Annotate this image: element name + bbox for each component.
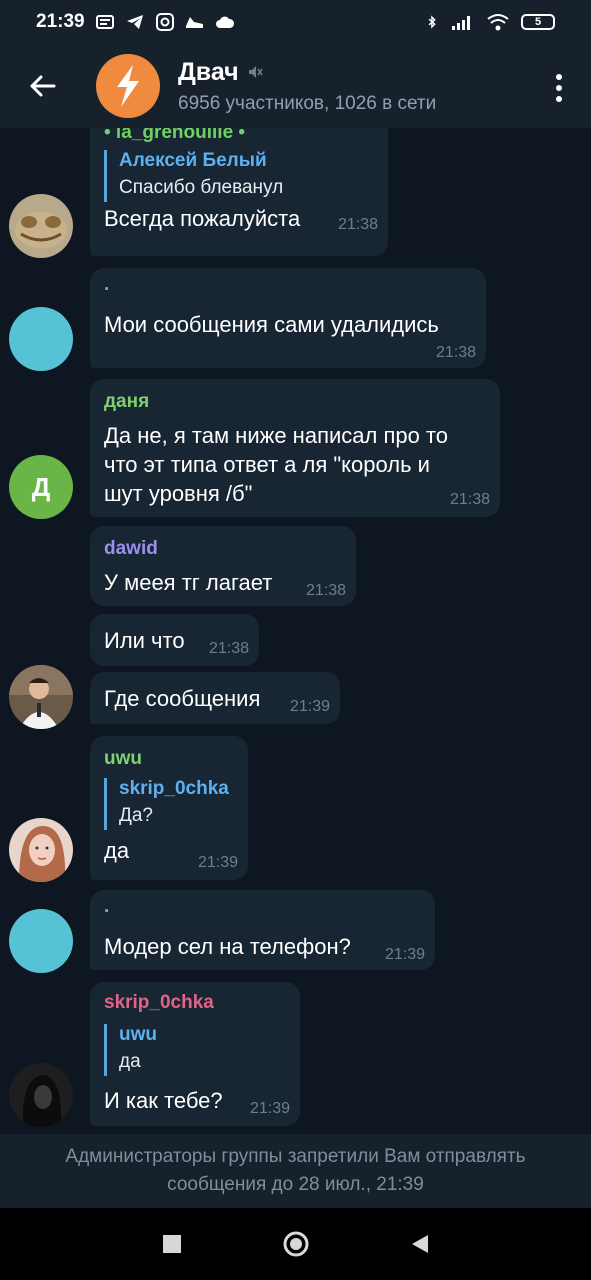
chat-title-row: Двач xyxy=(178,58,436,87)
message-text: Где сообщения xyxy=(104,686,261,711)
message-bubble[interactable]: Где сообщения 21:39 xyxy=(90,672,340,724)
home-circle-icon[interactable] xyxy=(282,1230,310,1258)
cloud-icon xyxy=(215,16,234,28)
reply-quote[interactable]: Алексей Белый Спасибо блеванул xyxy=(104,150,283,202)
chat-header: Двач 6956 участников, 1026 в сети xyxy=(0,44,591,128)
user-avatar[interactable] xyxy=(9,307,73,371)
wifi-icon xyxy=(487,14,509,31)
message-text-line: шут уровня /б" xyxy=(104,481,253,506)
message-text: И как тебе? xyxy=(104,1088,223,1113)
reply-sender: Алексей Белый xyxy=(119,150,267,171)
restriction-notice: Администраторы группы запретили Вам отпр… xyxy=(0,1134,591,1208)
shoe-icon xyxy=(185,17,203,28)
system-nav-bar xyxy=(0,1208,591,1280)
message-time: 21:39 xyxy=(197,854,238,871)
lightning-icon xyxy=(117,65,139,107)
message-time: 21:38 xyxy=(337,216,378,233)
message-bubble[interactable]: • la_grenouille • Алексей Белый Спасибо … xyxy=(90,128,388,256)
message-sender: uwu xyxy=(104,748,142,769)
group-avatar[interactable] xyxy=(96,54,160,118)
chat-subtitle: 6956 участников, 1026 в сети xyxy=(178,92,437,114)
muted-icon xyxy=(248,66,263,78)
frog-avatar-icon xyxy=(9,194,73,258)
telegram-icon xyxy=(126,15,143,29)
message-bubble[interactable]: . Мои сообщения сами удалидись 21:38 xyxy=(90,268,486,368)
message-time: 21:38 xyxy=(208,640,249,657)
arrow-back-icon xyxy=(30,75,56,97)
user-avatar[interactable] xyxy=(9,909,73,973)
avatar-letter: Д xyxy=(31,471,51,502)
reply-sender: skrip_0chka xyxy=(119,778,229,799)
instagram-icon xyxy=(155,13,174,31)
status-bar: 21:39 5 xyxy=(0,0,591,44)
chat-title-area[interactable]: Двач 6956 участников, 1026 в сети xyxy=(178,58,436,115)
restriction-notice-line: Администраторы группы запретили Вам отпр… xyxy=(65,1146,526,1167)
message-sender: даня xyxy=(104,391,150,412)
message-text: Модер сел на телефон? xyxy=(104,934,351,959)
reply-text: да xyxy=(119,1051,141,1072)
message-bubble[interactable]: uwu skrip_0chka Да? да 21:39 xyxy=(90,736,248,880)
user-avatar[interactable]: Д xyxy=(9,455,73,519)
message-time: 21:38 xyxy=(435,344,476,361)
message-bubble[interactable]: skrip_0chka uwu да И как тебе? 21:39 xyxy=(90,982,300,1126)
message-notification-icon xyxy=(95,15,114,29)
dark-photo-avatar-icon xyxy=(9,1063,73,1127)
battery-level: 5 xyxy=(534,16,542,28)
message-text: да xyxy=(104,838,130,863)
signal-icon xyxy=(452,16,470,30)
chat-title: Двач xyxy=(178,57,239,86)
message-bubble[interactable]: dawid У меея тг лагает 21:38 xyxy=(90,526,356,606)
message-text-line: что эт типа ответ а ля "король и xyxy=(104,452,430,477)
message-text-line: Да не, я там ниже написал про то xyxy=(104,423,449,448)
message-text: Мои сообщения сами удалидись xyxy=(104,312,439,337)
back-button[interactable] xyxy=(0,44,84,128)
message-time: 21:39 xyxy=(249,1100,290,1117)
message-list[interactable]: • la_grenouille • Алексей Белый Спасибо … xyxy=(0,128,591,1134)
back-triangle-icon[interactable] xyxy=(410,1233,430,1255)
message-sender: . xyxy=(104,274,110,295)
woman-photo-avatar-icon xyxy=(9,818,73,882)
reply-text: Да? xyxy=(119,805,154,826)
man-photo-avatar-icon xyxy=(9,665,73,729)
message-sender: dawid xyxy=(104,538,158,559)
user-avatar[interactable] xyxy=(9,818,73,882)
message-sender: . xyxy=(104,896,110,917)
message-text: Или что xyxy=(104,628,185,653)
message-bubble[interactable]: Или что 21:38 xyxy=(90,614,259,666)
status-time: 21:39 xyxy=(36,11,85,32)
user-avatar[interactable] xyxy=(9,1063,73,1127)
message-sender: skrip_0chka xyxy=(104,992,214,1013)
reply-quote[interactable]: skrip_0chka Да? xyxy=(104,778,229,830)
reply-text: Спасибо блеванул xyxy=(119,177,284,198)
battery-icon: 5 xyxy=(521,14,555,30)
message-time: 21:38 xyxy=(449,491,490,508)
more-options-button[interactable] xyxy=(555,74,563,102)
bluetooth-icon xyxy=(428,15,436,29)
user-avatar[interactable] xyxy=(9,665,73,729)
message-text: У меея тг лагает xyxy=(104,570,273,595)
recents-square-icon[interactable] xyxy=(162,1234,182,1254)
message-bubble[interactable]: даня Да не, я там ниже написал про то чт… xyxy=(90,379,500,517)
restriction-notice-line: сообщения до 28 июл., 21:39 xyxy=(167,1174,424,1195)
message-bubble[interactable]: . Модер сел на телефон? 21:39 xyxy=(90,890,435,970)
message-text: Всегда пожалуйста xyxy=(104,206,301,231)
message-sender: • la_grenouille • xyxy=(104,128,246,143)
message-time: 21:38 xyxy=(305,582,346,599)
message-time: 21:39 xyxy=(384,946,425,963)
user-avatar[interactable] xyxy=(9,194,73,258)
reply-quote[interactable]: uwu да xyxy=(104,1024,157,1076)
reply-sender: uwu xyxy=(119,1024,157,1045)
message-time: 21:39 xyxy=(289,698,330,715)
